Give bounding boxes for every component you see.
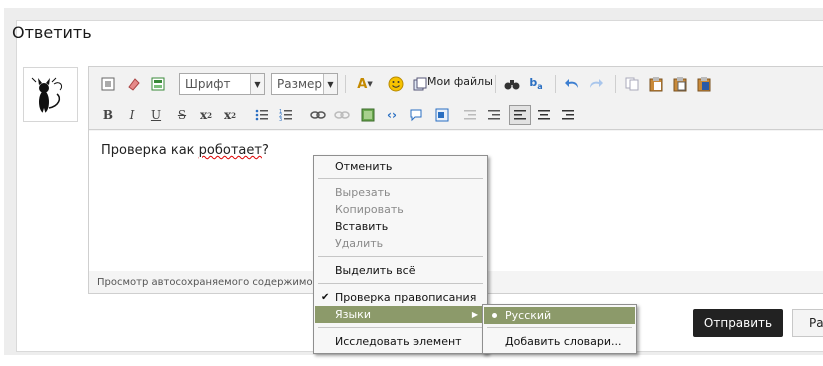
menu-item-languages[interactable]: Языки ▶ (315, 306, 486, 323)
menu-item-undo-label: Отменить (335, 160, 393, 173)
send-button[interactable]: Отправить (693, 309, 783, 337)
copy-icon[interactable] (623, 75, 641, 93)
avatar (23, 67, 78, 122)
svg-text:3: 3 (279, 117, 282, 122)
size-select[interactable]: Размер ▼ (271, 73, 338, 95)
menu-item-select-all-label: Выделить всё (335, 264, 416, 277)
paste-word-icon[interactable] (695, 75, 713, 93)
languages-submenu: Русский Добавить словари... (482, 304, 637, 354)
menu-divider (318, 327, 483, 328)
toolbar-row-1: Шрифт ▼ Размер ▼ A ▼ Мои файлы ba (89, 67, 823, 100)
menu-item-copy-label: Копировать (335, 203, 404, 216)
menu-item-cut[interactable]: Вырезать (315, 184, 486, 201)
eraser-icon[interactable] (125, 75, 143, 93)
menu-item-undo[interactable]: Отменить (315, 158, 486, 175)
chevron-down-icon: ▼ (323, 74, 337, 94)
menu-divider (318, 283, 483, 284)
preview-button[interactable]: Ра (792, 309, 823, 337)
code-icon[interactable]: ‹› (383, 106, 401, 124)
link-icon[interactable] (309, 106, 327, 124)
autosave-preview-link[interactable]: Просмотр автосохраняемого содержимо (97, 277, 313, 288)
indent-icon[interactable] (485, 106, 503, 124)
bold-icon[interactable]: B (99, 106, 117, 124)
superscript-icon[interactable]: x2 (221, 106, 239, 124)
menu-item-add-dictionaries-label: Добавить словари... (505, 335, 622, 348)
page-title: Ответить (12, 23, 92, 42)
menu-item-cut-label: Вырезать (335, 186, 391, 199)
chevron-right-icon: ▶ (471, 310, 478, 319)
context-menu: Отменить Вырезать Копировать Вставить Уд… (313, 155, 488, 354)
message-text: Проверка как роботает? (101, 143, 269, 158)
align-center-icon[interactable] (535, 106, 553, 124)
chevron-down-icon: ▼ (250, 74, 264, 94)
numbered-list-icon[interactable]: 123 (277, 106, 295, 124)
align-right-icon[interactable] (559, 106, 577, 124)
toolbar-divider (345, 75, 346, 93)
menu-item-languages-label: Языки (335, 308, 371, 321)
toolbar-divider (615, 75, 616, 93)
template-icon[interactable] (149, 75, 167, 93)
smiley-icon[interactable] (387, 75, 405, 93)
binoculars-icon[interactable] (503, 75, 521, 93)
menu-item-russian-label: Русский (505, 309, 552, 322)
menu-divider (318, 256, 483, 257)
message-text-prefix: Проверка как (101, 143, 199, 158)
menu-divider (318, 178, 483, 179)
underline-icon[interactable]: U (147, 106, 165, 124)
subscript-icon[interactable]: x2 (197, 106, 215, 124)
toolbar-row-2: B I U S x2 x2 123 ‹› (89, 100, 823, 130)
menu-item-inspect-label: Исследовать элемент (335, 335, 462, 348)
menu-divider (487, 327, 632, 328)
align-left-icon[interactable] (509, 105, 531, 125)
menu-item-spellcheck-label: Проверка правописания (335, 291, 477, 304)
reply-page: Ответить Шрифт ▼ Размер ▼ A ▼ Мои файлы … (0, 0, 823, 366)
size-select-label: Размер (277, 77, 323, 91)
paste-icon[interactable] (647, 75, 665, 93)
menu-item-delete[interactable]: Удалить (315, 235, 486, 252)
misspelled-word: роботает (198, 143, 262, 158)
paste-text-icon[interactable] (671, 75, 689, 93)
quote-icon[interactable] (407, 106, 425, 124)
menu-item-spellcheck[interactable]: ✔ Проверка правописания (315, 289, 486, 306)
checkmark-icon: ✔ (321, 292, 330, 303)
my-files-button[interactable]: Мои файлы (427, 75, 493, 88)
redo-icon[interactable] (587, 75, 605, 93)
font-select-label: Шрифт (185, 77, 231, 91)
menu-item-delete-label: Удалить (335, 237, 384, 250)
message-text-suffix: ? (261, 143, 269, 158)
menu-item-add-dictionaries[interactable]: Добавить словари... (484, 333, 635, 350)
undo-icon[interactable] (563, 75, 581, 93)
menu-item-russian[interactable]: Русский (484, 307, 635, 324)
outdent-icon[interactable] (461, 106, 479, 124)
radio-dot-icon (492, 313, 497, 318)
font-select[interactable]: Шрифт ▼ (179, 73, 265, 95)
strikethrough-icon[interactable]: S (173, 106, 191, 124)
cat-avatar-icon (31, 77, 63, 115)
menu-item-select-all[interactable]: Выделить всё (315, 262, 486, 279)
menu-item-copy[interactable]: Копировать (315, 201, 486, 218)
toolbar-divider (495, 75, 496, 93)
replace-icon[interactable]: ba (527, 75, 545, 93)
bulleted-list-icon[interactable] (253, 106, 271, 124)
image-icon[interactable] (359, 106, 377, 124)
italic-icon[interactable]: I (123, 106, 141, 124)
toolbar-divider (555, 75, 556, 93)
source-icon[interactable] (99, 75, 117, 93)
menu-item-paste-label: Вставить (335, 220, 389, 233)
spoiler-icon[interactable] (433, 106, 451, 124)
unlink-icon[interactable] (333, 106, 351, 124)
menu-item-paste[interactable]: Вставить (315, 218, 486, 235)
text-color-icon[interactable]: A ▼ (353, 75, 377, 93)
menu-item-inspect[interactable]: Исследовать элемент (315, 333, 486, 350)
